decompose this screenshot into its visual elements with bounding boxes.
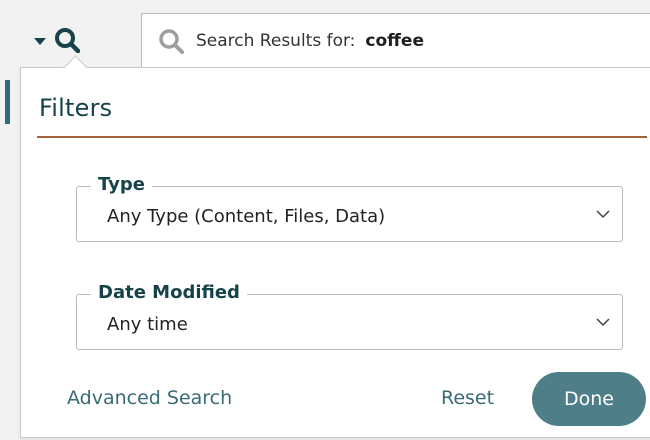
advanced-search-link[interactable]: Advanced Search bbox=[67, 387, 232, 409]
search-results-label: Search Results for: bbox=[196, 30, 356, 51]
type-legend: Type bbox=[91, 174, 152, 196]
search-query: coffee bbox=[365, 30, 424, 51]
filter-toggle-button[interactable] bbox=[22, 18, 110, 62]
caret-down-icon bbox=[34, 37, 46, 45]
search-bar-icon bbox=[159, 28, 184, 54]
page: Search Results for: coffee Filters Type … bbox=[0, 0, 650, 440]
title-divider bbox=[37, 136, 647, 138]
search-bar[interactable]: Search Results for: coffee bbox=[141, 13, 650, 68]
filters-panel: Filters Type Any Type (Content, Files, D… bbox=[20, 55, 650, 438]
date-modified-legend: Date Modified bbox=[91, 282, 247, 304]
chevron-down-icon bbox=[596, 318, 610, 327]
type-select[interactable]: Type Any Type (Content, Files, Data) bbox=[76, 174, 623, 242]
done-button[interactable]: Done bbox=[532, 372, 646, 426]
chevron-down-icon bbox=[596, 210, 610, 219]
left-accent-strip bbox=[5, 80, 10, 124]
filters-title: Filters bbox=[39, 94, 113, 122]
reset-button[interactable]: Reset bbox=[441, 387, 494, 409]
type-value: Any Type (Content, Files, Data) bbox=[107, 206, 386, 227]
date-modified-select[interactable]: Date Modified Any time bbox=[76, 282, 623, 350]
date-modified-value: Any time bbox=[107, 314, 188, 335]
search-icon bbox=[54, 27, 80, 53]
